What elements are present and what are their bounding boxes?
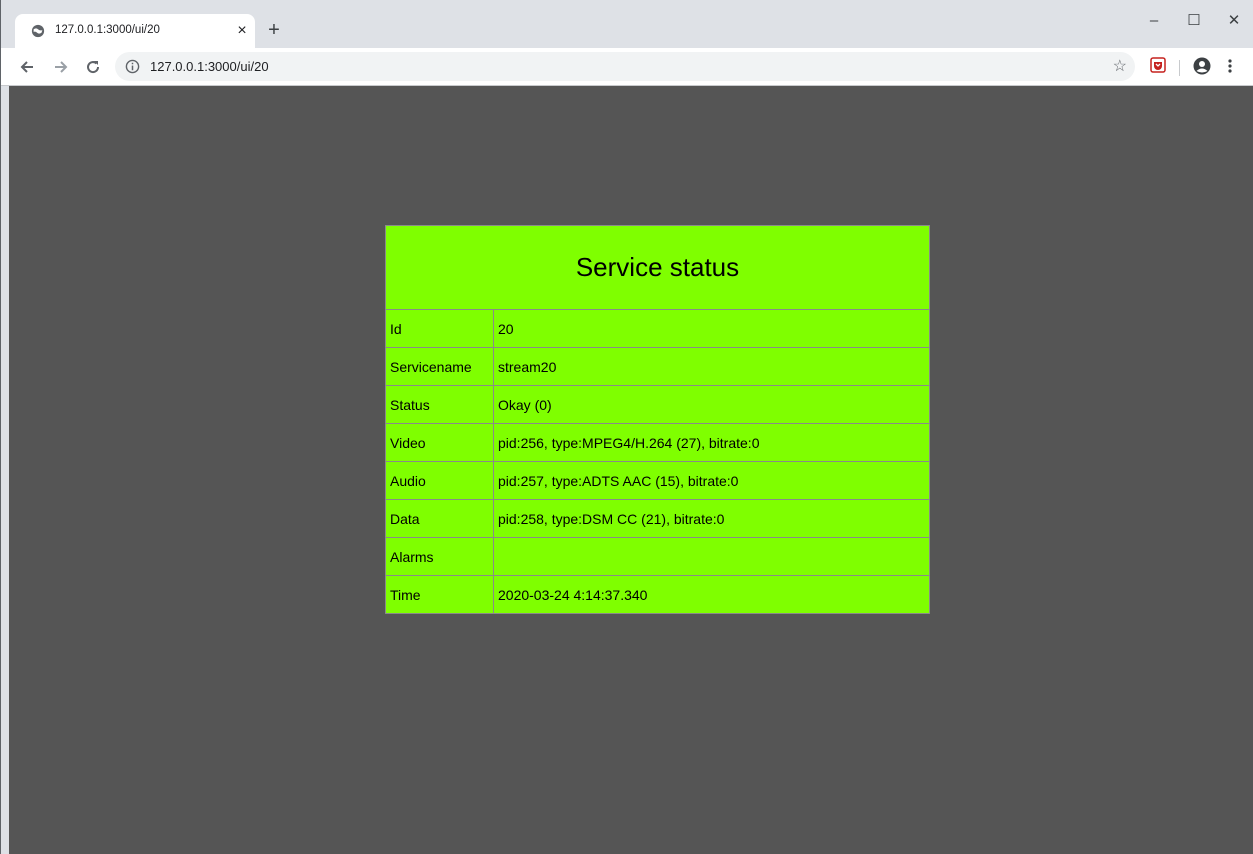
row-key: Status <box>385 385 494 424</box>
table-row: Alarms <box>385 537 930 576</box>
window-controls: – ☐ ✕ <box>1134 0 1253 40</box>
active-tab[interactable]: 127.0.0.1:3000/ui/20 × <box>15 14 255 48</box>
table-row: Time 2020-03-24 4:14:37.340 <box>385 575 930 614</box>
row-key: Data <box>385 499 494 538</box>
row-value: pid:257, type:ADTS AAC (15), bitrate:0 <box>493 461 930 500</box>
profile-icon[interactable] <box>1193 57 1211 75</box>
browser-toolbar: 127.0.0.1:3000/ui/20 ☆ <box>1 48 1253 86</box>
minimize-button[interactable]: – <box>1134 0 1174 40</box>
row-key: Id <box>385 309 494 348</box>
table-row: Servicename stream20 <box>385 347 930 386</box>
menu-icon[interactable] <box>1225 57 1235 75</box>
page-viewport: Service status Id 20 Servicename stream2… <box>9 86 1253 854</box>
table-row: Audio pid:257, type:ADTS AAC (15), bitra… <box>385 461 930 500</box>
table-title: Service status <box>385 225 930 310</box>
maximize-button[interactable]: ☐ <box>1174 0 1214 40</box>
address-bar[interactable]: 127.0.0.1:3000/ui/20 ☆ <box>115 52 1135 81</box>
table-row: Data pid:258, type:DSM CC (21), bitrate:… <box>385 499 930 538</box>
url-text[interactable]: 127.0.0.1:3000/ui/20 <box>150 59 269 74</box>
row-value: 2020-03-24 4:14:37.340 <box>493 575 930 614</box>
row-key: Servicename <box>385 347 494 386</box>
forward-icon[interactable] <box>51 57 71 77</box>
service-status-table: Service status Id 20 Servicename stream2… <box>385 225 930 614</box>
globe-icon <box>31 24 45 38</box>
info-icon[interactable] <box>125 59 140 74</box>
toolbar-separator <box>1179 60 1180 76</box>
row-value: pid:256, type:MPEG4/H.264 (27), bitrate:… <box>493 423 930 462</box>
browser-window: 127.0.0.1:3000/ui/20 × + – ☐ ✕ 127.0.0.1… <box>0 0 1253 854</box>
back-icon[interactable] <box>17 57 37 77</box>
row-key: Time <box>385 575 494 614</box>
reload-icon[interactable] <box>83 57 103 77</box>
table-row: Id 20 <box>385 309 930 348</box>
star-icon[interactable]: ☆ <box>1113 56 1127 76</box>
table-row: Status Okay (0) <box>385 385 930 424</box>
row-key: Video <box>385 423 494 462</box>
close-button[interactable]: ✕ <box>1214 0 1253 40</box>
row-value: pid:258, type:DSM CC (21), bitrate:0 <box>493 499 930 538</box>
row-key: Alarms <box>385 537 494 576</box>
row-value: Okay (0) <box>493 385 930 424</box>
new-tab-icon[interactable]: + <box>265 20 283 40</box>
tab-close-icon[interactable]: × <box>234 23 250 39</box>
row-key: Audio <box>385 461 494 500</box>
tab-title: 127.0.0.1:3000/ui/20 <box>55 24 160 36</box>
row-value <box>493 537 930 576</box>
row-value: stream20 <box>493 347 930 386</box>
extension-icon[interactable] <box>1150 57 1166 73</box>
table-row: Video pid:256, type:MPEG4/H.264 (27), bi… <box>385 423 930 462</box>
tab-strip: 127.0.0.1:3000/ui/20 × + – ☐ ✕ <box>1 0 1253 48</box>
row-value: 20 <box>493 309 930 348</box>
